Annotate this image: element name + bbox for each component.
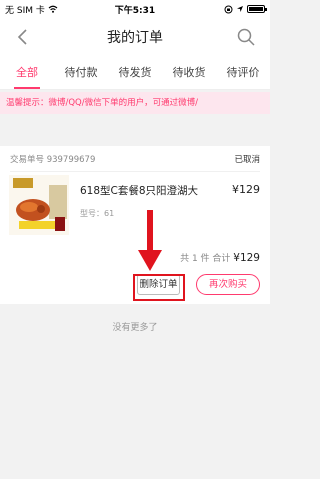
order-status: 已取消 (234, 154, 260, 165)
order-number: 交易单号 939799679 (10, 154, 96, 165)
order-tabs: 全部 待付款 待发货 待收货 待评价 (0, 56, 270, 90)
product-spec: 型号：61 (80, 209, 115, 218)
arrow-down-icon (138, 210, 162, 271)
product-title[interactable]: 618型C套餐8只阳澄湖大 (80, 183, 220, 198)
nav-bar: 我的订单 (0, 18, 270, 56)
order-card[interactable]: 交易单号 939799679 已取消 618型C套餐8只阳澄湖大 ¥129 型号… (0, 146, 270, 304)
tab-pending-review[interactable]: 待评价 (216, 56, 270, 89)
orientation-lock-icon (224, 5, 233, 13)
order-summary: 共 1 件 合计 ¥129 (180, 251, 260, 264)
battery-icon (247, 5, 267, 13)
carrier-text: 无 SIM 卡 (5, 5, 45, 16)
order-header: 交易单号 939799679 已取消 (10, 146, 260, 172)
chevron-left-icon[interactable] (14, 27, 32, 47)
tab-pending-payment[interactable]: 待付款 (54, 56, 108, 89)
status-left: 无 SIM 卡 (5, 3, 58, 16)
product-price: ¥129 (232, 183, 260, 196)
status-right (224, 5, 267, 14)
summary-count: 共 1 件 合计 (180, 254, 234, 264)
search-icon[interactable] (236, 27, 256, 47)
wifi-icon (48, 5, 58, 13)
product-image[interactable] (9, 175, 69, 235)
page-title: 我的订单 (107, 30, 163, 46)
status-bar: 无 SIM 卡 下午5:31 (0, 0, 270, 18)
notice-banner: 温馨提示：微博/QQ/微信下单的用户，可通过微博/ (0, 92, 270, 114)
delete-order-button[interactable]: 删除订单 (137, 274, 180, 295)
tab-all[interactable]: 全部 (0, 56, 54, 89)
tab-pending-receipt[interactable]: 待收货 (162, 56, 216, 89)
rebuy-button[interactable]: 再次购买 (196, 274, 260, 295)
no-more-text: 没有更多了 (112, 323, 158, 333)
location-icon (237, 6, 243, 12)
summary-amount: ¥129 (233, 252, 260, 264)
tab-pending-shipment[interactable]: 待发货 (108, 56, 162, 89)
